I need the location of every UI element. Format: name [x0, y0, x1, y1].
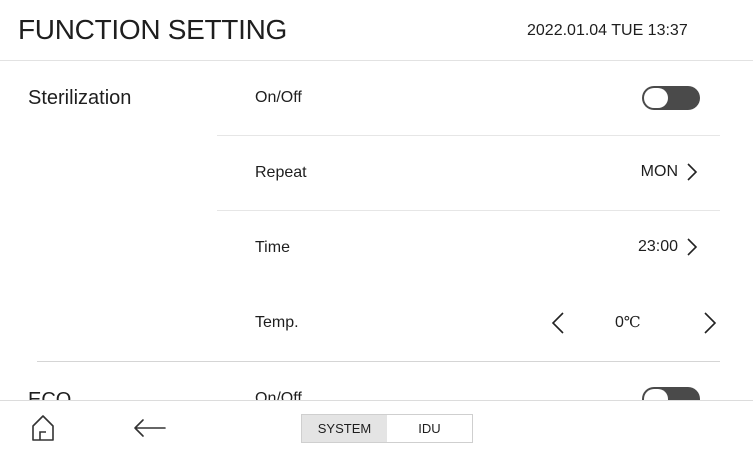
row-sterilization-time[interactable]: Time 23:00 — [217, 211, 720, 286]
temp-value: 0℃ — [615, 313, 641, 332]
tab-idu[interactable]: IDU — [387, 415, 472, 442]
row-label: On/Off — [255, 390, 302, 400]
row-sterilization-temp: Temp. 0℃ — [217, 286, 720, 361]
eco-toggle[interactable] — [642, 387, 700, 400]
time-value: 23:00 — [637, 238, 678, 255]
chevron-right-icon — [687, 163, 698, 181]
chevron-right-icon — [687, 238, 698, 256]
header: FUNCTION SETTING 2022.01.04 TUE 13:37 — [0, 0, 753, 61]
footer-bar: SYSTEM IDU — [0, 400, 753, 456]
chevron-left-icon[interactable] — [551, 311, 565, 335]
repeat-value: MON — [640, 163, 678, 180]
row-label: Repeat — [255, 164, 307, 181]
home-icon[interactable] — [31, 414, 55, 442]
toggle-knob — [644, 88, 668, 108]
repeat-value-link[interactable]: MON — [641, 162, 698, 182]
page-title: FUNCTION SETTING — [18, 14, 287, 45]
section-label-sterilization: Sterilization — [28, 87, 132, 109]
tab-system[interactable]: SYSTEM — [302, 415, 387, 442]
back-arrow-icon[interactable] — [133, 418, 167, 438]
chevron-right-icon[interactable] — [703, 311, 717, 335]
temp-number: 0 — [615, 314, 624, 331]
section-label-eco: ECO — [28, 389, 72, 400]
row-label: On/Off — [255, 89, 302, 106]
function-setting-screen: FUNCTION SETTING 2022.01.04 TUE 13:37 St… — [0, 0, 753, 456]
row-sterilization-onoff: On/Off — [217, 61, 720, 136]
settings-list[interactable]: Sterilization On/Off Repeat MON Time 23:… — [0, 61, 753, 400]
row-label: Temp. — [255, 314, 299, 331]
time-value-link[interactable]: 23:00 — [638, 237, 698, 257]
toggle-knob — [644, 389, 668, 400]
temp-unit: ℃ — [623, 313, 641, 331]
system-idu-segmented-control: SYSTEM IDU — [301, 414, 473, 443]
row-label: Time — [255, 239, 290, 256]
row-eco-onoff: On/Off — [217, 362, 720, 400]
sterilization-toggle[interactable] — [642, 86, 700, 110]
row-sterilization-repeat[interactable]: Repeat MON — [217, 136, 720, 211]
datetime: 2022.01.04 TUE 13:37 — [527, 22, 688, 39]
